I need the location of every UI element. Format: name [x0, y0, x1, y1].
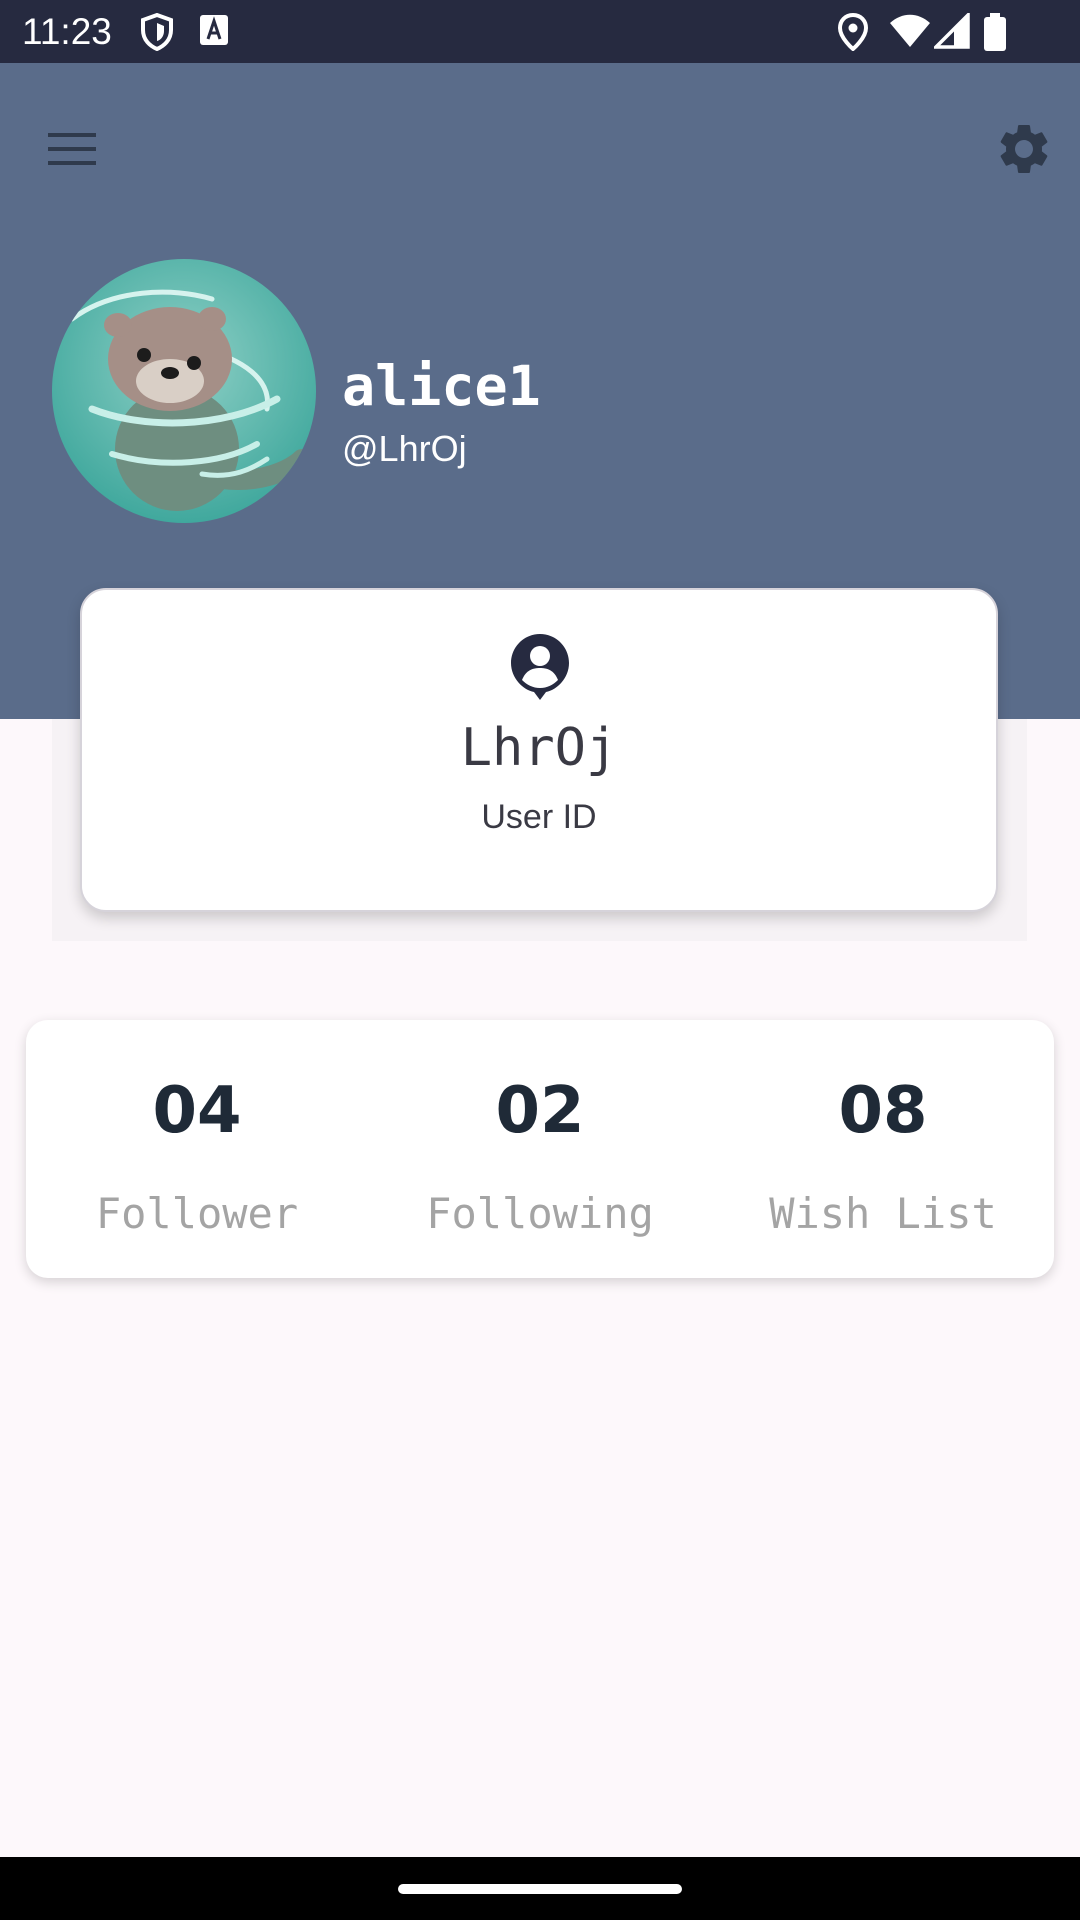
- menu-icon[interactable]: [44, 121, 100, 177]
- stats-card: 04 Follower 02 Following 08 Wish List: [26, 1020, 1054, 1278]
- status-time: 11:23: [22, 11, 112, 52]
- otter-avatar-image: [52, 259, 316, 523]
- user-id-card[interactable]: LhrOj User ID: [80, 588, 998, 912]
- stat-label: Following: [426, 1189, 654, 1238]
- font-a-icon: [200, 15, 228, 45]
- profile-handle: @LhrOj: [342, 428, 467, 469]
- location-icon: [838, 13, 868, 51]
- home-gesture-handle[interactable]: [398, 1884, 682, 1894]
- wifi-icon: [890, 14, 930, 47]
- stat-follower[interactable]: 04 Follower: [26, 1020, 368, 1278]
- gear-icon[interactable]: [994, 119, 1054, 179]
- user-id-label: User ID: [481, 798, 597, 836]
- stat-wish-list[interactable]: 08 Wish List: [712, 1020, 1054, 1278]
- signal-icon: [934, 13, 970, 49]
- stat-count: 02: [495, 1074, 585, 1148]
- battery-icon: [984, 13, 1006, 51]
- stat-count: 08: [838, 1074, 928, 1148]
- stat-count: 04: [152, 1074, 242, 1148]
- profile-name: alice1: [342, 354, 541, 418]
- user-id-value: LhrOj: [460, 718, 618, 778]
- stat-following[interactable]: 02 Following: [369, 1020, 711, 1278]
- account-pin-icon: [511, 634, 569, 700]
- navigation-bar: [0, 1857, 1080, 1920]
- status-bar: 11:23: [0, 0, 1080, 63]
- stat-label: Follower: [95, 1189, 299, 1238]
- avatar[interactable]: [52, 259, 316, 523]
- stat-label: Wish List: [769, 1189, 997, 1238]
- shield-icon: [141, 13, 173, 51]
